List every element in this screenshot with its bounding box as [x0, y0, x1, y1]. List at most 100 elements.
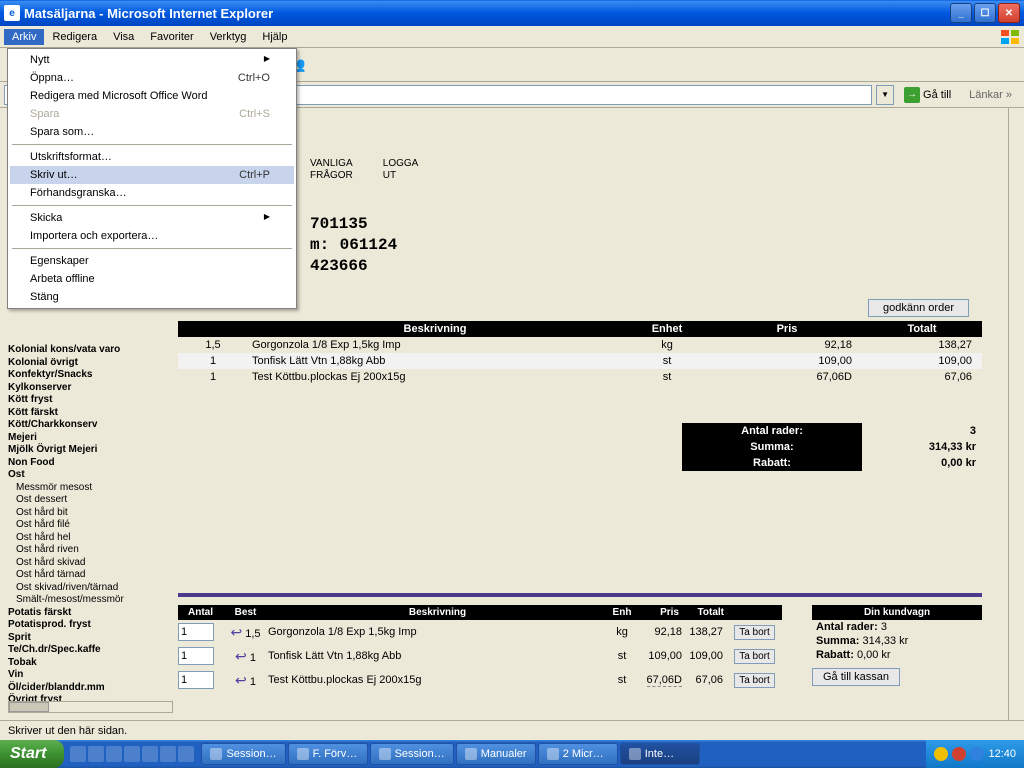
- menu-item[interactable]: Skriv ut…Ctrl+P: [10, 166, 294, 184]
- sidebar-category[interactable]: Ost dessert: [8, 494, 173, 507]
- menu-item[interactable]: Nytt▶: [10, 51, 294, 69]
- menu-item[interactable]: Arbeta offline: [10, 270, 294, 288]
- ie-icon: e: [4, 5, 20, 21]
- sidebar-category[interactable]: Kött/Charkkonserv: [8, 419, 173, 432]
- approve-order-button[interactable]: godkänn order: [868, 299, 969, 317]
- taskbar-task[interactable]: 2 Micr…: [538, 743, 618, 765]
- menu-item[interactable]: Skicka▶: [10, 209, 294, 227]
- menu-redigera[interactable]: Redigera: [44, 29, 105, 45]
- sidebar-category[interactable]: Potatis färskt: [8, 607, 173, 620]
- cart-row: ↩ 1,5Gorgonzola 1/8 Exp 1,5kg Impkg92,18…: [178, 620, 782, 644]
- links-label[interactable]: Länkar »: [961, 87, 1020, 103]
- sidebar-category[interactable]: Potatisprod. fryst: [8, 619, 173, 632]
- menu-item[interactable]: Redigera med Microsoft Office Word: [10, 87, 294, 105]
- update-icon[interactable]: ↩: [235, 672, 247, 688]
- sidebar-category[interactable]: Sprit: [8, 632, 173, 645]
- taskbar-task[interactable]: Session…: [370, 743, 454, 765]
- menu-verktyg[interactable]: Verktyg: [202, 29, 255, 45]
- menu-item[interactable]: Egenskaper: [10, 252, 294, 270]
- menu-favoriter[interactable]: Favoriter: [142, 29, 201, 45]
- menu-item[interactable]: Förhandsgranska…: [10, 184, 294, 202]
- menu-item: SparaCtrl+S: [10, 105, 294, 123]
- menu-item[interactable]: Importera och exportera…: [10, 227, 294, 245]
- menu-item[interactable]: Stäng: [10, 288, 294, 306]
- sidebar-category[interactable]: Smält-/mesost/messmör: [8, 594, 173, 607]
- arkiv-dropdown: Nytt▶Öppna…Ctrl+ORedigera med Microsoft …: [7, 48, 297, 309]
- sidebar-category[interactable]: Mjölk Övrigt Mejeri: [8, 444, 173, 457]
- menu-item[interactable]: Utskriftsformat…: [10, 148, 294, 166]
- order-info: 701135 m: 061124 423666: [310, 214, 397, 276]
- remove-button[interactable]: Ta bort: [734, 625, 775, 640]
- order-row: 1,5Gorgonzola 1/8 Exp 1,5kg Impkg92,1813…: [178, 337, 982, 353]
- maximize-button[interactable]: ☐: [974, 3, 996, 23]
- system-tray[interactable]: 12:40: [926, 740, 1024, 768]
- clock: 12:40: [988, 748, 1016, 760]
- sidebar-category[interactable]: Kolonial kons/vata varo: [8, 344, 173, 357]
- sidebar-category[interactable]: Ost hård bit: [8, 507, 173, 520]
- sidebar-category[interactable]: Konfektyr/Snacks: [8, 369, 173, 382]
- update-icon[interactable]: ↩: [230, 624, 242, 640]
- quick-launch[interactable]: [64, 746, 200, 762]
- checkout-button[interactable]: Gå till kassan: [812, 668, 900, 686]
- cart-summary: Din kundvagn Antal rader: 3 Summa: 314,3…: [812, 605, 982, 692]
- windows-flag-icon: [1000, 29, 1020, 45]
- sidebar-category[interactable]: Ost hård filé: [8, 519, 173, 532]
- taskbar-task[interactable]: F. Förv…: [288, 743, 368, 765]
- remove-button[interactable]: Ta bort: [734, 673, 775, 688]
- taskbar-task[interactable]: Session…: [201, 743, 285, 765]
- window-title: Matsäljarna - Microsoft Internet Explore…: [24, 6, 273, 21]
- page-scrollbar[interactable]: [1008, 108, 1024, 720]
- sidebar-category[interactable]: Non Food: [8, 457, 173, 470]
- qty-input[interactable]: [178, 623, 214, 641]
- order-table: Beskrivning Enhet Pris Totalt 1,5Gorgonz…: [178, 321, 982, 385]
- menu-hjalp[interactable]: Hjälp: [254, 29, 295, 45]
- sidebar-category[interactable]: Ost hård tärnad: [8, 569, 173, 582]
- go-arrow-icon: →: [904, 87, 920, 103]
- sidebar-category[interactable]: Öl/cider/blanddr.mm: [8, 682, 173, 695]
- taskbar-task[interactable]: Inte…: [620, 743, 700, 765]
- window-titlebar: e Matsäljarna - Microsoft Internet Explo…: [0, 0, 1024, 26]
- minimize-button[interactable]: _: [950, 3, 972, 23]
- sidebar-scrollbar[interactable]: [8, 701, 173, 713]
- menu-item[interactable]: Spara som…: [10, 123, 294, 141]
- sidebar-category[interactable]: Ost hård riven: [8, 544, 173, 557]
- category-sidebar: Kolonial kons/vata varoKolonial övrigtKo…: [8, 344, 173, 707]
- sidebar-category[interactable]: Kött färskt: [8, 407, 173, 420]
- sidebar-category[interactable]: Kött fryst: [8, 394, 173, 407]
- divider: [178, 593, 982, 597]
- qty-input[interactable]: [178, 671, 214, 689]
- order-row: 1Test Köttbu.plockas Ej 200x15gst67,06D6…: [178, 369, 982, 385]
- go-button[interactable]: → Gå till: [898, 85, 957, 105]
- faq-link[interactable]: VANLIGAFRÅGOR: [310, 158, 353, 182]
- sidebar-category[interactable]: Messmör mesost: [8, 482, 173, 495]
- update-icon[interactable]: ↩: [235, 648, 247, 664]
- remove-button[interactable]: Ta bort: [734, 649, 775, 664]
- start-button[interactable]: Start: [0, 740, 64, 768]
- order-summary: Antal rader:3 Summa:314,33 kr Rabatt:0,0…: [682, 423, 982, 471]
- sidebar-category[interactable]: Kolonial övrigt: [8, 357, 173, 370]
- logout-link[interactable]: LOGGAUT: [383, 158, 419, 182]
- close-button[interactable]: ✕: [998, 3, 1020, 23]
- sidebar-category[interactable]: Kylkonserver: [8, 382, 173, 395]
- cart-row: ↩ 1Tonfisk Lätt Vtn 1,88kg Abbst109,0010…: [178, 644, 782, 668]
- sidebar-category[interactable]: Ost hård hel: [8, 532, 173, 545]
- status-bar: Skriver ut den här sidan.: [0, 720, 1024, 740]
- menu-arkiv[interactable]: Arkiv: [4, 29, 44, 45]
- sidebar-category[interactable]: Ost: [8, 469, 173, 482]
- taskbar: Start Session…F. Förv…Session…Manualer2 …: [0, 740, 1024, 768]
- top-nav: VANLIGAFRÅGOR LOGGAUT: [310, 158, 418, 182]
- cart-table: Antal Best Beskrivning Enh Pris Totalt ↩…: [178, 605, 782, 692]
- menu-visa[interactable]: Visa: [105, 29, 142, 45]
- cart-section: Antal Best Beskrivning Enh Pris Totalt ↩…: [178, 605, 982, 692]
- menubar: Arkiv Redigera Visa Favoriter Verktyg Hj…: [0, 26, 1024, 48]
- menu-item[interactable]: Öppna…Ctrl+O: [10, 69, 294, 87]
- sidebar-category[interactable]: Tobak: [8, 657, 173, 670]
- url-dropdown[interactable]: ▼: [876, 85, 894, 105]
- qty-input[interactable]: [178, 647, 214, 665]
- sidebar-category[interactable]: Ost skivad/riven/tärnad: [8, 582, 173, 595]
- taskbar-task[interactable]: Manualer: [456, 743, 536, 765]
- sidebar-category[interactable]: Mejeri: [8, 432, 173, 445]
- sidebar-category[interactable]: Ost hård skivad: [8, 557, 173, 570]
- sidebar-category[interactable]: Vin: [8, 669, 173, 682]
- sidebar-category[interactable]: Te/Ch.dr/Spec.kaffe: [8, 644, 173, 657]
